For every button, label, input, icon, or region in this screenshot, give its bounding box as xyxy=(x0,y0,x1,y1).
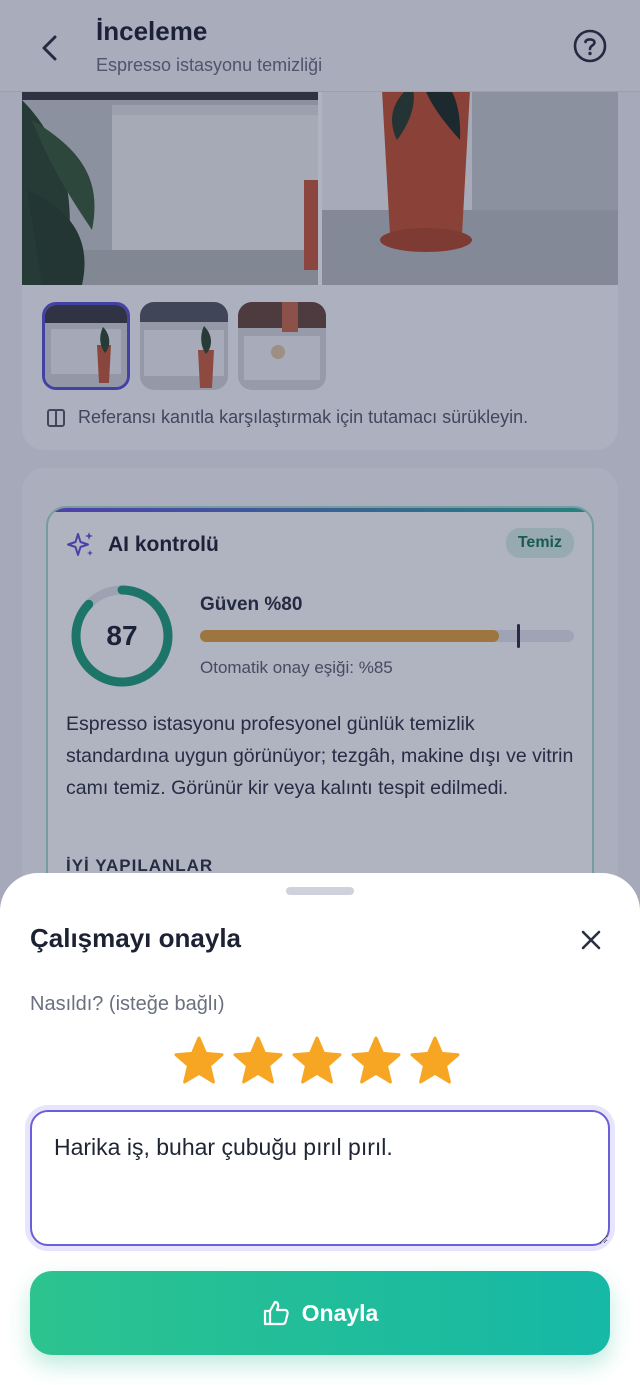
rating-label: Nasıldı? (isteğe bağlı) xyxy=(30,993,225,1015)
star-icon xyxy=(410,1036,460,1084)
sheet-grabber[interactable] xyxy=(286,887,354,895)
star-3-button[interactable] xyxy=(290,1035,344,1089)
close-button[interactable] xyxy=(574,923,608,957)
comment-field[interactable] xyxy=(30,1110,610,1246)
star-icon xyxy=(233,1036,283,1084)
close-icon xyxy=(581,930,601,950)
star-2-button[interactable] xyxy=(231,1035,285,1089)
star-1-button[interactable] xyxy=(172,1035,226,1089)
star-icon xyxy=(351,1036,401,1084)
star-4-button[interactable] xyxy=(349,1035,403,1089)
thumbs-up-icon xyxy=(263,1300,289,1326)
approve-sheet: Çalışmayı onayla Nasıldı? (isteğe bağlı)… xyxy=(0,873,640,1385)
star-rating xyxy=(172,1035,462,1089)
sheet-title: Çalışmayı onayla xyxy=(30,923,241,953)
approve-button-label: Onayla xyxy=(301,1299,379,1326)
star-icon xyxy=(292,1036,342,1084)
star-5-button[interactable] xyxy=(408,1035,462,1089)
approve-button[interactable]: Onayla xyxy=(30,1271,610,1355)
star-icon xyxy=(174,1036,224,1084)
